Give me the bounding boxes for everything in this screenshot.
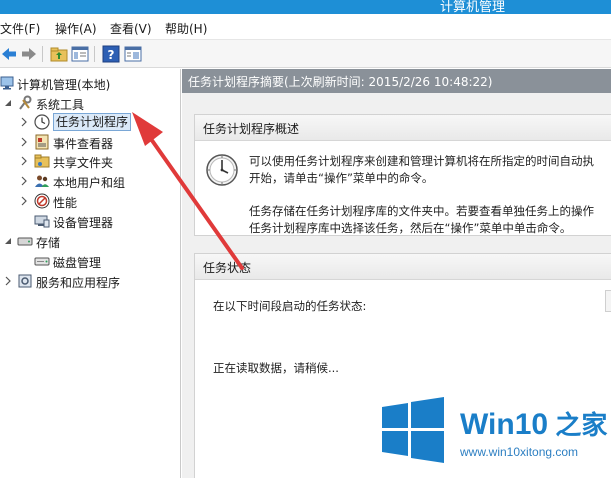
overview-section-header[interactable]: 任务计划程序概述 (195, 115, 611, 141)
toolbar: ? (0, 40, 611, 68)
computer-management-icon (0, 75, 16, 91)
tree-item-label: 磁盘管理 (53, 256, 102, 270)
expanded-arrow-icon[interactable] (3, 236, 13, 246)
windows-logo-icon (380, 397, 446, 463)
show-hide-tree-icon[interactable] (71, 45, 89, 63)
forward-arrow-icon[interactable] (20, 45, 38, 63)
tree-item-label: 本地用户和组 (53, 176, 126, 190)
collapsed-arrow-icon[interactable] (3, 276, 13, 286)
system-tools-icon (17, 95, 33, 111)
overview-text-line: 任务计划程序库中选择该任务，然后在“操作”菜单中单击命令。 (249, 221, 572, 235)
help-icon[interactable]: ? (102, 45, 120, 63)
menu-bar: 文件(F) 操作(A) 查看(V) 帮助(H) (0, 14, 611, 40)
collapsed-arrow-icon[interactable] (19, 196, 29, 206)
tree-item-label: 共享文件夹 (53, 156, 114, 170)
overview-text-line: 开始，请单击“操作”菜单中的命令。 (249, 171, 434, 185)
loading-message: 正在读取数据，请稍候... (213, 361, 339, 375)
status-period-dropdown[interactable] (605, 290, 611, 312)
collapsed-arrow-icon[interactable] (19, 137, 29, 147)
title-bar: 计算机管理 (0, 0, 611, 15)
menu-help[interactable]: 帮助(H) (165, 20, 207, 37)
svg-text:?: ? (108, 48, 115, 62)
menu-file[interactable]: 文件(F) (0, 20, 40, 37)
up-folder-icon[interactable] (50, 45, 68, 63)
collapsed-arrow-icon[interactable] (19, 176, 29, 186)
tree-item-label: 事件查看器 (53, 137, 114, 151)
overview-text-line: 任务存储在任务计划程序库的文件夹中。若要查看单独任务上的操作 (249, 204, 594, 218)
tree-item-label: 系统工具 (36, 98, 85, 112)
toolbar-separator (94, 46, 95, 62)
watermark: Win10 之家 www.win10xitong.com (376, 393, 608, 471)
task-status-section-title: 任务状态 (203, 261, 252, 275)
shared-folder-icon (34, 153, 50, 169)
window-title: 计算机管理 (440, 0, 506, 15)
back-arrow-icon[interactable] (0, 45, 18, 63)
storage-icon (17, 233, 33, 249)
watermark-brand: Win10 之家 (460, 405, 607, 442)
expanded-arrow-icon[interactable] (3, 98, 13, 108)
properties-icon[interactable] (124, 45, 142, 63)
pane-header: 任务计划程序摘要(上次刷新时间: 2015/2/26 10:48:22) (182, 69, 611, 93)
performance-icon (34, 193, 50, 209)
menu-action[interactable]: 操作(A) (55, 20, 97, 37)
tree-item-label: 服务和应用程序 (36, 276, 121, 290)
task-scheduler-clock-icon (205, 153, 239, 187)
services-icon (17, 273, 33, 289)
device-manager-icon (34, 213, 50, 229)
watermark-brand-prefix: Win10 (460, 408, 549, 441)
overview-text-line: 可以使用任务计划程序来创建和管理计算机将在所指定的时间自动执 (249, 154, 594, 168)
watermark-brand-suffix: 之家 (548, 410, 608, 440)
tree-item-label: 任务计划程序 (53, 113, 132, 131)
status-period-label: 在以下时间段启动的任务状态: (213, 299, 367, 313)
watermark-url: www.win10xitong.com (460, 445, 579, 459)
summary-title: 任务计划程序摘要(上次刷新时间: 2015/2/26 10:48:22) (188, 75, 493, 89)
users-icon (34, 173, 50, 189)
overview-section: 任务计划程序概述 可以使用任务计划程序来创建和管理计算机将在所指定的时间自动执 … (194, 114, 611, 236)
tree-item-label: 存储 (36, 236, 61, 250)
navigation-tree: 计算机管理(本地) 系统工具 任务计划程序 事件查看器 共享文件夹 本地用户和组… (0, 69, 181, 478)
overview-section-title: 任务计划程序概述 (203, 122, 300, 136)
collapsed-arrow-icon[interactable] (19, 156, 29, 166)
tree-item-label: 计算机管理(本地) (17, 78, 111, 92)
tree-item-label: 设备管理器 (53, 216, 114, 230)
tree-item-label: 性能 (53, 196, 78, 210)
disk-icon (34, 253, 50, 269)
collapsed-arrow-icon[interactable] (19, 117, 29, 127)
clock-icon (34, 114, 50, 130)
task-status-section-header[interactable]: 任务状态 (195, 254, 611, 280)
toolbar-separator (42, 46, 43, 62)
event-viewer-icon (34, 134, 50, 150)
menu-view[interactable]: 查看(V) (110, 20, 152, 37)
